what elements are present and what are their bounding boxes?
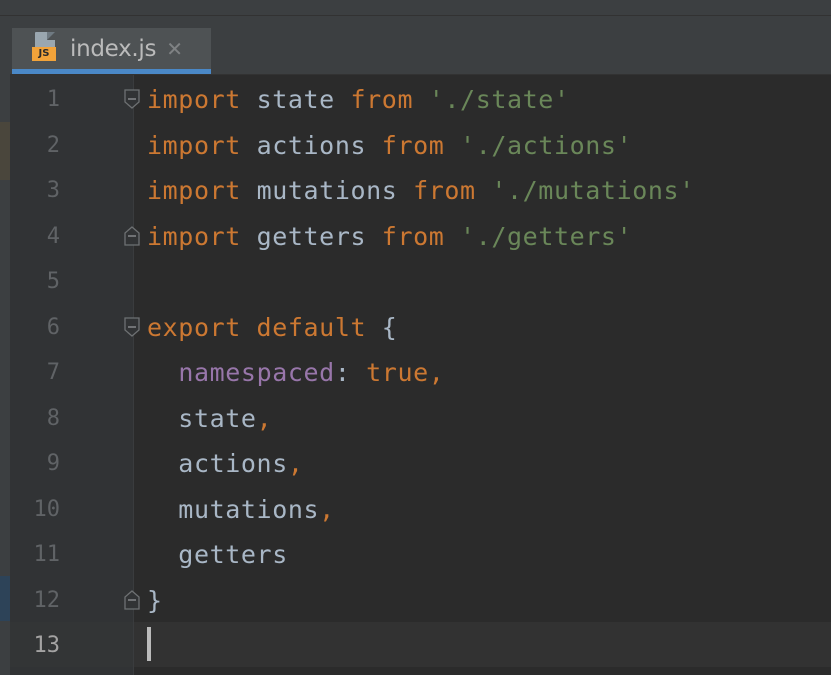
code-token: getters bbox=[240, 221, 382, 251]
ide-window: JS index.js ✕ 1 import state from './stat… bbox=[0, 0, 831, 675]
code-token: import bbox=[147, 130, 241, 160]
line-number: 1 bbox=[46, 87, 60, 112]
code-token: state bbox=[240, 85, 351, 114]
code-token: './mutations' bbox=[475, 176, 695, 205]
code-line[interactable]: import actions from './actions' bbox=[147, 123, 632, 168]
javascript-file-icon: JS bbox=[32, 32, 62, 64]
tab-index-js[interactable]: JS index.js ✕ bbox=[12, 28, 211, 74]
code-token: mutations bbox=[240, 176, 414, 205]
code-line[interactable]: import getters from './getters' bbox=[147, 214, 632, 259]
code-token: state bbox=[147, 403, 257, 433]
code-token: export default bbox=[147, 312, 367, 342]
code-line[interactable]: import mutations from './mutations' bbox=[147, 168, 695, 213]
code-token: import bbox=[147, 221, 241, 251]
editor-tab-bar: JS index.js ✕ bbox=[10, 16, 831, 75]
code-token: namespaced bbox=[178, 358, 335, 387]
line-number: 2 bbox=[46, 132, 60, 158]
line-number: 4 bbox=[46, 223, 60, 249]
js-badge: JS bbox=[32, 47, 56, 61]
line-number: 9 bbox=[46, 451, 60, 476]
code-line[interactable]: } bbox=[147, 578, 163, 623]
file-corner bbox=[47, 32, 55, 40]
code-token: './getters' bbox=[444, 221, 633, 251]
code-token: from bbox=[350, 85, 414, 114]
line-number: 6 bbox=[46, 314, 60, 340]
code-line[interactable]: state, bbox=[147, 396, 272, 441]
fold-end-icon[interactable] bbox=[123, 225, 141, 247]
code-line[interactable]: actions, bbox=[147, 441, 304, 486]
code-token: import bbox=[147, 176, 241, 205]
code-editor[interactable]: 1 import state from './state' 2 import acti… bbox=[10, 75, 831, 675]
gutter-separator bbox=[133, 75, 134, 675]
line-number: 12 bbox=[33, 587, 61, 613]
code-token: mutations bbox=[147, 494, 320, 524]
text-caret bbox=[147, 627, 151, 661]
code-token: , bbox=[287, 449, 304, 478]
active-tab-indicator bbox=[12, 69, 211, 74]
code-token: actions bbox=[240, 130, 382, 160]
code-token: from bbox=[413, 176, 476, 205]
code-line[interactable]: export default { bbox=[147, 305, 397, 350]
code-token: from bbox=[381, 221, 445, 251]
code-token: true bbox=[366, 358, 429, 387]
tool-strip-marker bbox=[0, 576, 10, 621]
code-token: './actions' bbox=[444, 130, 633, 160]
line-number: 3 bbox=[46, 178, 60, 203]
fold-end-icon[interactable] bbox=[123, 589, 141, 611]
code-token: import bbox=[147, 85, 241, 114]
line-number: 13 bbox=[33, 633, 61, 658]
code-line[interactable]: mutations, bbox=[147, 487, 335, 532]
line-number: 8 bbox=[46, 405, 60, 431]
code-line[interactable]: getters bbox=[147, 532, 288, 577]
code-token: , bbox=[256, 403, 273, 433]
close-icon[interactable]: ✕ bbox=[166, 37, 183, 61]
tab-title: index.js bbox=[70, 36, 157, 62]
line-number: 11 bbox=[33, 542, 61, 567]
fold-start-icon[interactable] bbox=[123, 88, 141, 110]
code-token: } bbox=[147, 585, 163, 615]
title-strip bbox=[0, 0, 831, 16]
code-token: { bbox=[366, 312, 398, 342]
code-token: './state' bbox=[413, 85, 570, 114]
code-line[interactable]: namespaced: true, bbox=[147, 350, 444, 395]
line-number: 5 bbox=[46, 269, 60, 294]
code-line[interactable]: import state from './state' bbox=[147, 77, 570, 122]
fold-start-icon[interactable] bbox=[123, 316, 141, 338]
line-number: 7 bbox=[46, 360, 60, 385]
code-token: : bbox=[334, 358, 367, 387]
line-number: 10 bbox=[33, 496, 61, 522]
code-token: , bbox=[428, 358, 445, 387]
code-token: actions bbox=[147, 449, 288, 478]
left-tool-strip bbox=[0, 16, 10, 675]
code-token: getters bbox=[147, 540, 288, 569]
tool-strip-marker bbox=[0, 122, 10, 180]
code-token: from bbox=[381, 130, 445, 160]
code-token: , bbox=[319, 494, 335, 524]
